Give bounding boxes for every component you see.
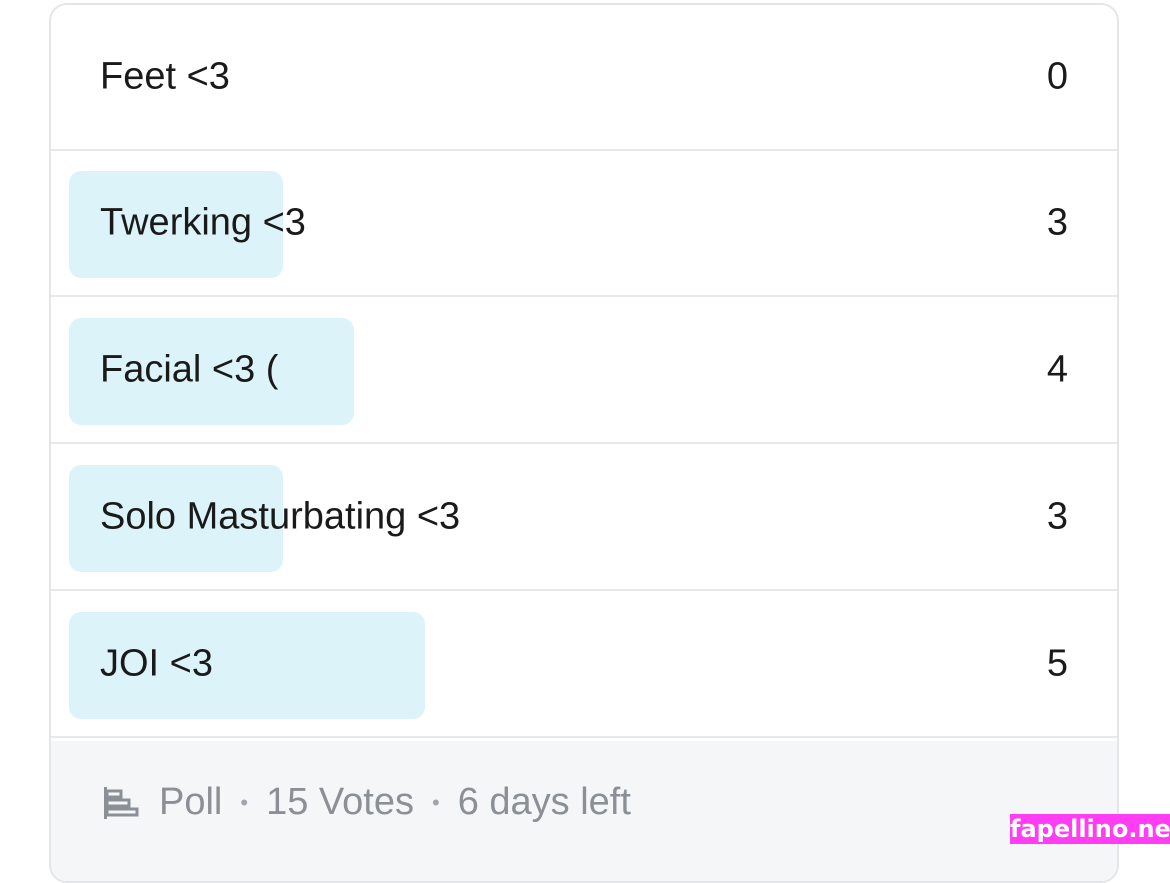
poll-card: Feet <3 0 Twerking <3 3 Facial <3 ( 4 So… [49,3,1119,883]
poll-footer: Poll • 15 Votes • 6 days left [51,741,1117,883]
option-label: Feet <3 [100,56,230,99]
poll-option-solo-masturbating[interactable]: Solo Masturbating <3 3 [51,445,1117,591]
watermark: fapellino.net [1010,814,1170,844]
poll-option-facial[interactable]: Facial <3 ( 4 [51,298,1117,444]
poll-bars-icon [101,783,141,823]
option-label: JOI <3 [100,643,213,686]
option-label: Solo Masturbating <3 [100,496,460,539]
poll-option-feet[interactable]: Feet <3 0 [51,5,1117,151]
time-left-label: 6 days left [458,781,631,824]
option-label: Facial <3 ( [100,349,278,392]
vote-count: 3 [1047,202,1068,245]
separator-dot: • [240,790,248,816]
poll-option-joi[interactable]: JOI <3 5 [51,592,1117,738]
separator-dot: • [432,790,440,816]
option-label: Twerking <3 [100,202,306,245]
poll-meta: Poll • 15 Votes • 6 days left [101,781,631,824]
votes-total-label: 15 Votes [266,781,414,824]
vote-count: 0 [1047,56,1068,99]
poll-option-twerking[interactable]: Twerking <3 3 [51,151,1117,297]
poll-type-label: Poll [159,781,222,824]
vote-count: 3 [1047,496,1068,539]
vote-count: 4 [1047,349,1068,392]
vote-count: 5 [1047,643,1068,686]
